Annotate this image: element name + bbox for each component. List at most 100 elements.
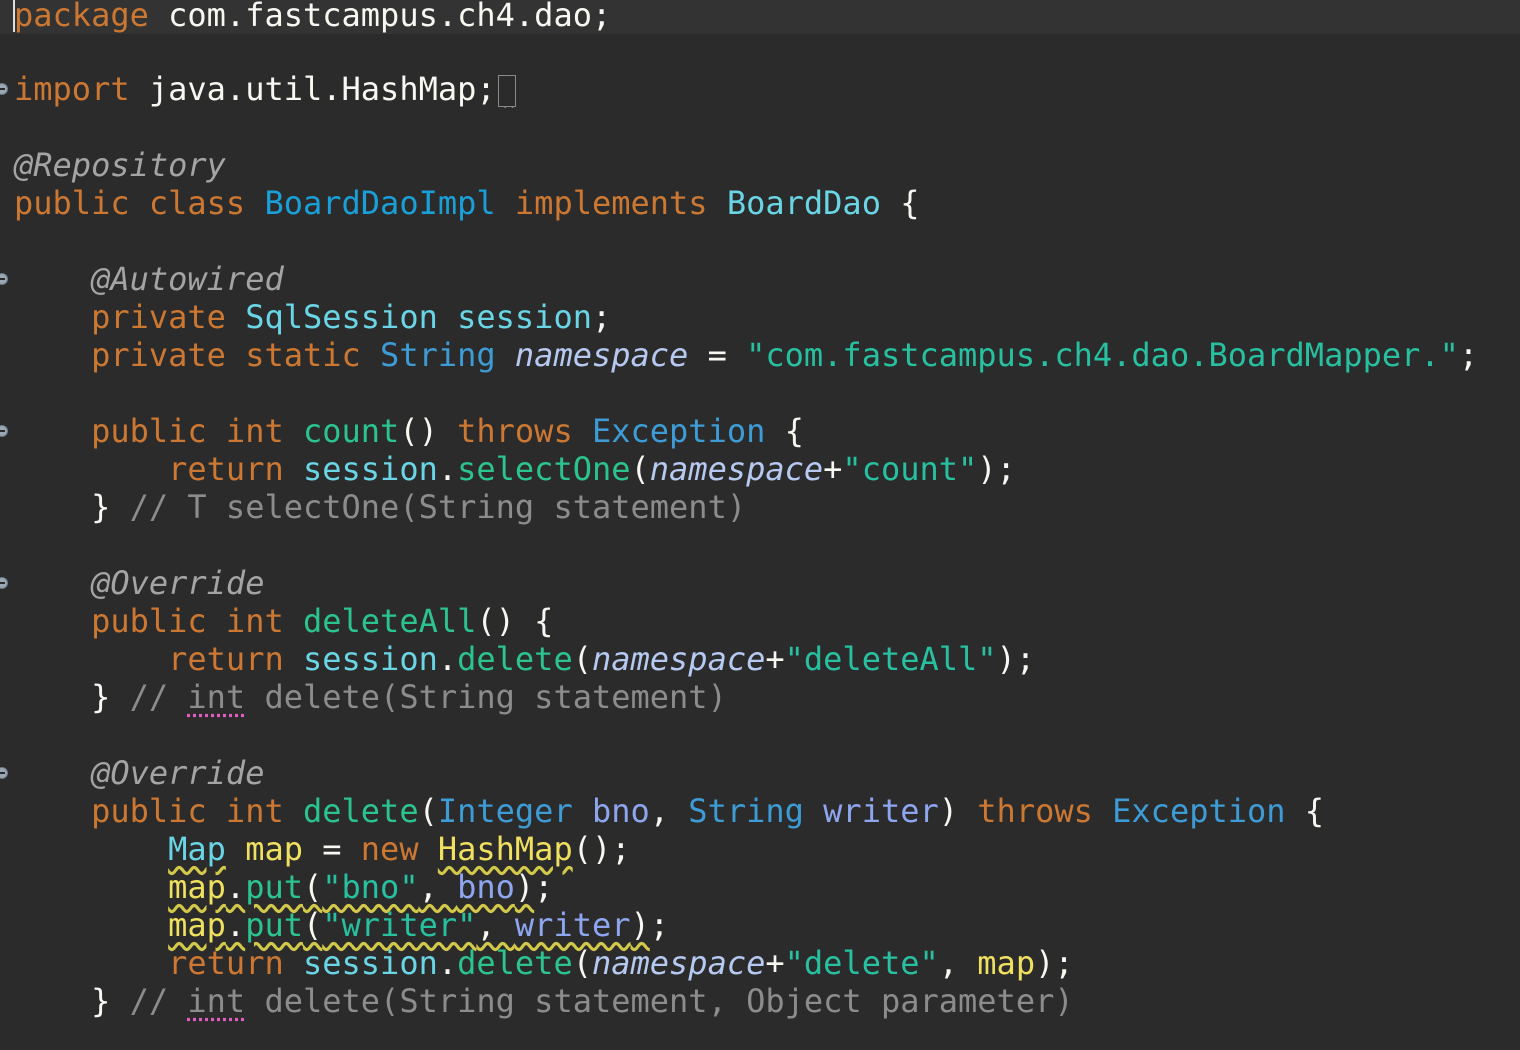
method-call: put <box>245 906 303 944</box>
code-line-method-deleteall[interactable]: public int deleteAll() { <box>0 602 1520 640</box>
keyword: return <box>168 450 284 488</box>
code-line-return[interactable]: return session.delete(namespace+"deleteA… <box>0 640 1520 678</box>
keyword: public <box>91 602 207 640</box>
field-name: session <box>302 640 438 678</box>
local-variable: map <box>245 830 303 868</box>
punctuation: () <box>399 412 458 450</box>
code-line-map-put-writer[interactable]: map.put("writer", writer); <box>0 906 1520 944</box>
method-call: put <box>245 868 303 906</box>
code-line-package[interactable]: package com.fastcampus.ch4.dao; <box>0 0 1520 34</box>
code-line-annotation[interactable]: @Override <box>0 564 1520 602</box>
code-line-method-delete[interactable]: public int delete(Integer bno, String wr… <box>0 792 1520 830</box>
punctuation: . <box>437 944 458 982</box>
code-text: @Repository <box>14 146 226 184</box>
code-line-map-put-bno[interactable]: map.put("bno", bno); <box>0 868 1520 906</box>
code-line-return[interactable]: return session.delete(namespace+"delete"… <box>0 944 1520 982</box>
punctuation: ) <box>630 906 650 944</box>
code-text: } // int delete(String statement, Object… <box>14 982 1074 1020</box>
fold-toggle-icon[interactable] <box>0 577 8 589</box>
annotation: @Override <box>91 754 265 792</box>
method-name: count <box>302 412 400 450</box>
spelling-warning[interactable]: int <box>187 678 245 716</box>
punctuation: ); <box>977 450 1016 488</box>
code-line-local-map[interactable]: Map map = new HashMap(); <box>0 830 1520 868</box>
punctuation: , <box>476 906 515 944</box>
punctuation: () { <box>476 602 554 640</box>
punctuation: ; <box>649 906 670 944</box>
method-call: selectOne <box>457 450 631 488</box>
punctuation: ( <box>572 640 592 678</box>
local-variable: map <box>977 944 1036 982</box>
punctuation: ( <box>302 868 323 906</box>
static-field-name: namespace <box>591 640 766 678</box>
code-line-close-comment[interactable]: } // int delete(String statement, Object… <box>0 982 1520 1020</box>
code-editor[interactable]: package com.fastcampus.ch4.dao; import j… <box>0 0 1520 1050</box>
raw-type-warning[interactable]: HashMap <box>438 830 573 868</box>
string-literal: "deleteAll" <box>784 640 997 678</box>
unchecked-call-warning[interactable]: map.put("writer", writer) <box>168 906 650 944</box>
punctuation: ) <box>938 792 978 830</box>
keyword: private <box>91 298 226 336</box>
fold-toggle-icon[interactable] <box>0 273 8 285</box>
code-line-field-session[interactable]: private SqlSession session; <box>0 298 1520 336</box>
fold-toggle-icon[interactable] <box>0 425 8 437</box>
static-field-name: namespace <box>591 944 766 982</box>
punctuation: , <box>938 944 978 982</box>
keyword: public <box>14 184 130 222</box>
code-line-return[interactable]: return session.selectOne(namespace+"coun… <box>0 450 1520 488</box>
folded-imports-icon[interactable] <box>497 75 516 110</box>
code-text: return session.selectOne(namespace+"coun… <box>14 450 1016 488</box>
keyword: int <box>225 602 284 640</box>
fold-toggle-icon[interactable] <box>0 767 8 779</box>
unchecked-call-warning[interactable]: map.put("bno", bno) <box>168 868 534 906</box>
fold-toggle-icon[interactable] <box>0 83 8 95</box>
operator: + <box>765 640 785 678</box>
punctuation: } <box>91 488 111 526</box>
annotation: @Autowired <box>91 260 284 298</box>
keyword: private <box>91 336 226 374</box>
comment: // T selectOne(String statement) <box>129 488 747 526</box>
keyword: return <box>168 640 284 678</box>
field-name: session <box>457 298 592 336</box>
code-text: package com.fastcampus.ch4.dao; <box>14 0 611 34</box>
keyword: import <box>14 70 130 108</box>
keyword: package <box>14 0 149 34</box>
code-text: } // T selectOne(String statement) <box>14 488 746 526</box>
punctuation: . <box>225 868 246 906</box>
static-field-name: namespace <box>649 450 824 488</box>
code-line-annotation[interactable]: @Repository <box>0 146 1520 184</box>
field-name: session <box>302 944 438 982</box>
code-text: map.put("writer", writer); <box>14 906 669 944</box>
code-line-class-declaration[interactable]: public class BoardDaoImpl implements Boa… <box>0 184 1520 222</box>
keyword: int <box>225 412 284 450</box>
punctuation: } <box>91 982 111 1020</box>
spelling-warning[interactable]: int <box>187 982 245 1020</box>
code-text: return session.delete(namespace+"delete"… <box>14 944 1073 982</box>
punctuation: . <box>437 450 458 488</box>
operator: + <box>823 450 843 488</box>
code-line-annotation[interactable]: @Override <box>0 754 1520 792</box>
code-text: public int delete(Integer bno, String wr… <box>14 792 1324 830</box>
code-text: public class BoardDaoImpl implements Boa… <box>14 184 919 222</box>
code-text: public int deleteAll() { <box>14 602 553 640</box>
type-name: String <box>688 792 804 830</box>
local-variable: map <box>168 868 226 906</box>
import-name: java.util.HashMap; <box>129 70 496 108</box>
keyword: return <box>168 944 284 982</box>
class-name: BoardDaoImpl <box>264 184 496 222</box>
string-literal: "delete" <box>784 944 939 982</box>
code-line-annotation[interactable]: @Autowired <box>0 260 1520 298</box>
code-line-method-count[interactable]: public int count() throws Exception { <box>0 412 1520 450</box>
code-line-close-comment[interactable]: } // T selectOne(String statement) <box>0 488 1520 526</box>
code-line-import[interactable]: import java.util.HashMap; <box>0 70 1520 110</box>
method-call: delete <box>457 944 573 982</box>
code-line-close-comment[interactable]: } // int delete(String statement) <box>0 678 1520 716</box>
field-name: session <box>302 450 438 488</box>
operator: = <box>302 830 361 868</box>
punctuation: ; <box>591 298 612 336</box>
operator: = <box>688 336 747 374</box>
punctuation: (); <box>572 830 631 868</box>
raw-type-warning[interactable]: Map <box>168 830 226 868</box>
punctuation: . <box>437 640 458 678</box>
code-line-field-namespace[interactable]: private static String namespace = "com.f… <box>0 336 1520 374</box>
